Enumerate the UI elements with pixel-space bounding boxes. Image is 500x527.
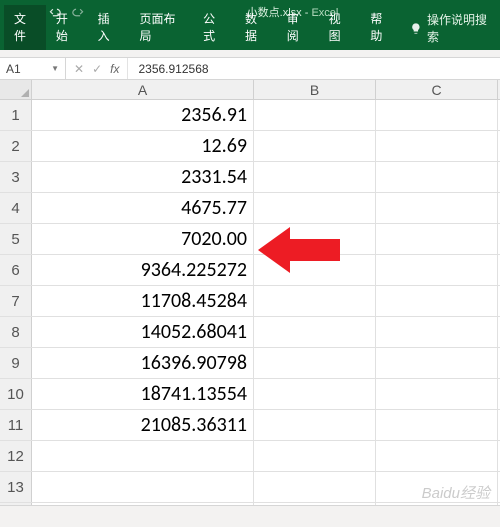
- cell[interactable]: [254, 255, 376, 285]
- column-header-C[interactable]: C: [376, 80, 498, 99]
- ribbon-strip: [0, 50, 500, 58]
- cell[interactable]: 4675.77: [32, 193, 254, 223]
- cell[interactable]: [376, 255, 498, 285]
- tell-me-label: 操作说明搜索: [427, 11, 492, 45]
- sheet-tabs: [0, 505, 500, 527]
- cell[interactable]: [254, 224, 376, 254]
- row-header[interactable]: 8: [0, 317, 32, 347]
- cell[interactable]: [254, 317, 376, 347]
- cell[interactable]: [376, 472, 498, 502]
- ribbon-tabs: 文件 开始 插入 页面布局 公式 数据 审阅 视图 帮助 操作说明搜索: [0, 24, 500, 50]
- cell[interactable]: 18741.13554: [32, 379, 254, 409]
- column-header-A[interactable]: A: [32, 80, 254, 99]
- spreadsheet-grid: A B C 12356.91 212.69 32331.54 44675.77 …: [0, 80, 500, 523]
- cell[interactable]: 14052.68041: [32, 317, 254, 347]
- cell[interactable]: [254, 379, 376, 409]
- row-header[interactable]: 4: [0, 193, 32, 223]
- table-row: 13: [0, 472, 500, 503]
- table-row: 32331.54: [0, 162, 500, 193]
- row-header[interactable]: 6: [0, 255, 32, 285]
- table-row: 916396.90798: [0, 348, 500, 379]
- cell[interactable]: 12.69: [32, 131, 254, 161]
- cell[interactable]: [376, 286, 498, 316]
- cell[interactable]: [254, 193, 376, 223]
- row-header[interactable]: 13: [0, 472, 32, 502]
- cancel-icon[interactable]: ✕: [74, 62, 84, 76]
- table-row: 711708.45284: [0, 286, 500, 317]
- row-header[interactable]: 2: [0, 131, 32, 161]
- cell[interactable]: [254, 348, 376, 378]
- cell[interactable]: 7020.00: [32, 224, 254, 254]
- row-header[interactable]: 1: [0, 100, 32, 130]
- column-headers: A B C: [0, 80, 500, 100]
- column-header-B[interactable]: B: [254, 80, 376, 99]
- cell[interactable]: [376, 100, 498, 130]
- lightbulb-icon: [410, 22, 422, 35]
- row-header[interactable]: 3: [0, 162, 32, 192]
- formula-buttons: ✕ ✓ fx: [66, 58, 128, 79]
- cell[interactable]: [254, 286, 376, 316]
- name-box[interactable]: A1 ▼: [0, 58, 66, 79]
- formula-input[interactable]: 2356.912568: [128, 62, 208, 76]
- table-row: 44675.77: [0, 193, 500, 224]
- row-header[interactable]: 12: [0, 441, 32, 471]
- cell[interactable]: [376, 379, 498, 409]
- cell[interactable]: [376, 348, 498, 378]
- cell[interactable]: [376, 441, 498, 471]
- tab-page-layout[interactable]: 页面布局: [129, 5, 193, 50]
- table-row: 12: [0, 441, 500, 472]
- name-box-value: A1: [6, 62, 21, 76]
- cell[interactable]: 11708.45284: [32, 286, 254, 316]
- formula-bar: A1 ▼ ✕ ✓ fx 2356.912568: [0, 58, 500, 80]
- table-row: 57020.00: [0, 224, 500, 255]
- cell[interactable]: [376, 131, 498, 161]
- tab-formulas[interactable]: 公式: [193, 5, 235, 50]
- chevron-down-icon[interactable]: ▼: [51, 64, 59, 73]
- cell[interactable]: 16396.90798: [32, 348, 254, 378]
- select-all-corner[interactable]: [0, 80, 32, 99]
- cell[interactable]: [376, 162, 498, 192]
- cell[interactable]: [376, 224, 498, 254]
- table-row: 69364.225272: [0, 255, 500, 286]
- tell-me-search[interactable]: 操作说明搜索: [402, 6, 500, 50]
- cell[interactable]: 2356.91: [32, 100, 254, 130]
- row-header[interactable]: 7: [0, 286, 32, 316]
- row-header[interactable]: 10: [0, 379, 32, 409]
- table-row: 1121085.36311: [0, 410, 500, 441]
- cell[interactable]: [254, 472, 376, 502]
- cell[interactable]: 21085.36311: [32, 410, 254, 440]
- tab-help[interactable]: 帮助: [360, 5, 402, 50]
- table-row: 212.69: [0, 131, 500, 162]
- cell[interactable]: [254, 410, 376, 440]
- cell[interactable]: [254, 100, 376, 130]
- tab-file[interactable]: 文件: [4, 5, 46, 50]
- cell[interactable]: [376, 193, 498, 223]
- cell[interactable]: [32, 441, 254, 471]
- row-header[interactable]: 11: [0, 410, 32, 440]
- fx-icon[interactable]: fx: [110, 62, 119, 76]
- cell[interactable]: [254, 441, 376, 471]
- tab-home[interactable]: 开始: [46, 5, 88, 50]
- table-row: 814052.68041: [0, 317, 500, 348]
- cell[interactable]: [32, 472, 254, 502]
- tab-view[interactable]: 视图: [319, 5, 361, 50]
- table-row: 1018741.13554: [0, 379, 500, 410]
- row-header[interactable]: 5: [0, 224, 32, 254]
- tab-data[interactable]: 数据: [235, 5, 277, 50]
- cell[interactable]: 2331.54: [32, 162, 254, 192]
- table-row: 12356.91: [0, 100, 500, 131]
- cell[interactable]: [254, 131, 376, 161]
- cell[interactable]: [254, 162, 376, 192]
- cell[interactable]: [376, 317, 498, 347]
- cell[interactable]: [376, 410, 498, 440]
- tab-insert[interactable]: 插入: [88, 5, 130, 50]
- tab-review[interactable]: 审阅: [277, 5, 319, 50]
- row-header[interactable]: 9: [0, 348, 32, 378]
- enter-icon[interactable]: ✓: [92, 62, 102, 76]
- cell[interactable]: 9364.225272: [32, 255, 254, 285]
